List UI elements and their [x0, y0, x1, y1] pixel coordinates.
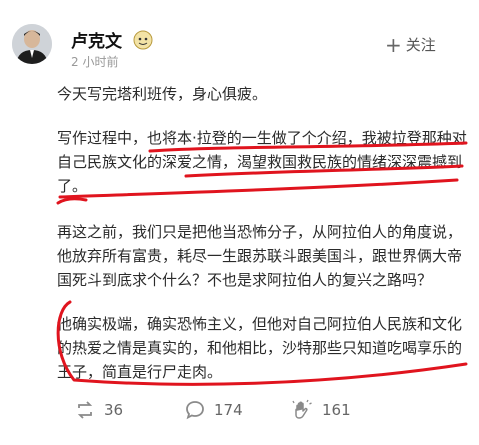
follow-button[interactable]: + 关注	[385, 34, 436, 56]
avatar-image	[12, 24, 52, 64]
comment-button[interactable]: 174	[184, 392, 243, 428]
post-paragraph-3: 再这之前，我们只是把他当恐怖分子，从阿拉伯人的角度说，他放弃所有富贵，耗尽一生跟…	[57, 223, 463, 289]
comment-icon	[186, 401, 204, 420]
post-paragraph-4: 他确实极端，确实恐怖主义，但他对自己阿拉伯人民族和文化的热爱之情是真实的，和他相…	[57, 315, 463, 381]
post-paragraph-1: 今天写完塔利班传，身心俱疲。	[57, 85, 268, 103]
post-time: 2 小时前	[71, 55, 119, 69]
underline-mark-4	[56, 197, 88, 205]
like-icon	[292, 399, 312, 419]
badge-icon	[133, 30, 153, 50]
repost-count: 36	[104, 401, 124, 419]
repost-icon	[77, 401, 93, 419]
comment-count: 174	[214, 401, 243, 419]
repost-button[interactable]: 36	[74, 392, 123, 428]
avatar[interactable]	[12, 24, 52, 64]
plus-icon: +	[385, 33, 402, 57]
like-button[interactable]: 161	[290, 392, 351, 428]
action-bar: 36 174 161	[0, 392, 479, 432]
follow-label: 关注	[405, 36, 436, 54]
like-count: 161	[322, 401, 351, 419]
post-header: 卢克文 2 小时前 + 关注	[0, 0, 479, 80]
post-paragraph-2: 写作过程中，也将本·拉登的一生做了个介绍，我被拉登那种对自己民族文化的深爱之情，…	[57, 129, 467, 195]
author-name[interactable]: 卢克文	[71, 32, 122, 52]
